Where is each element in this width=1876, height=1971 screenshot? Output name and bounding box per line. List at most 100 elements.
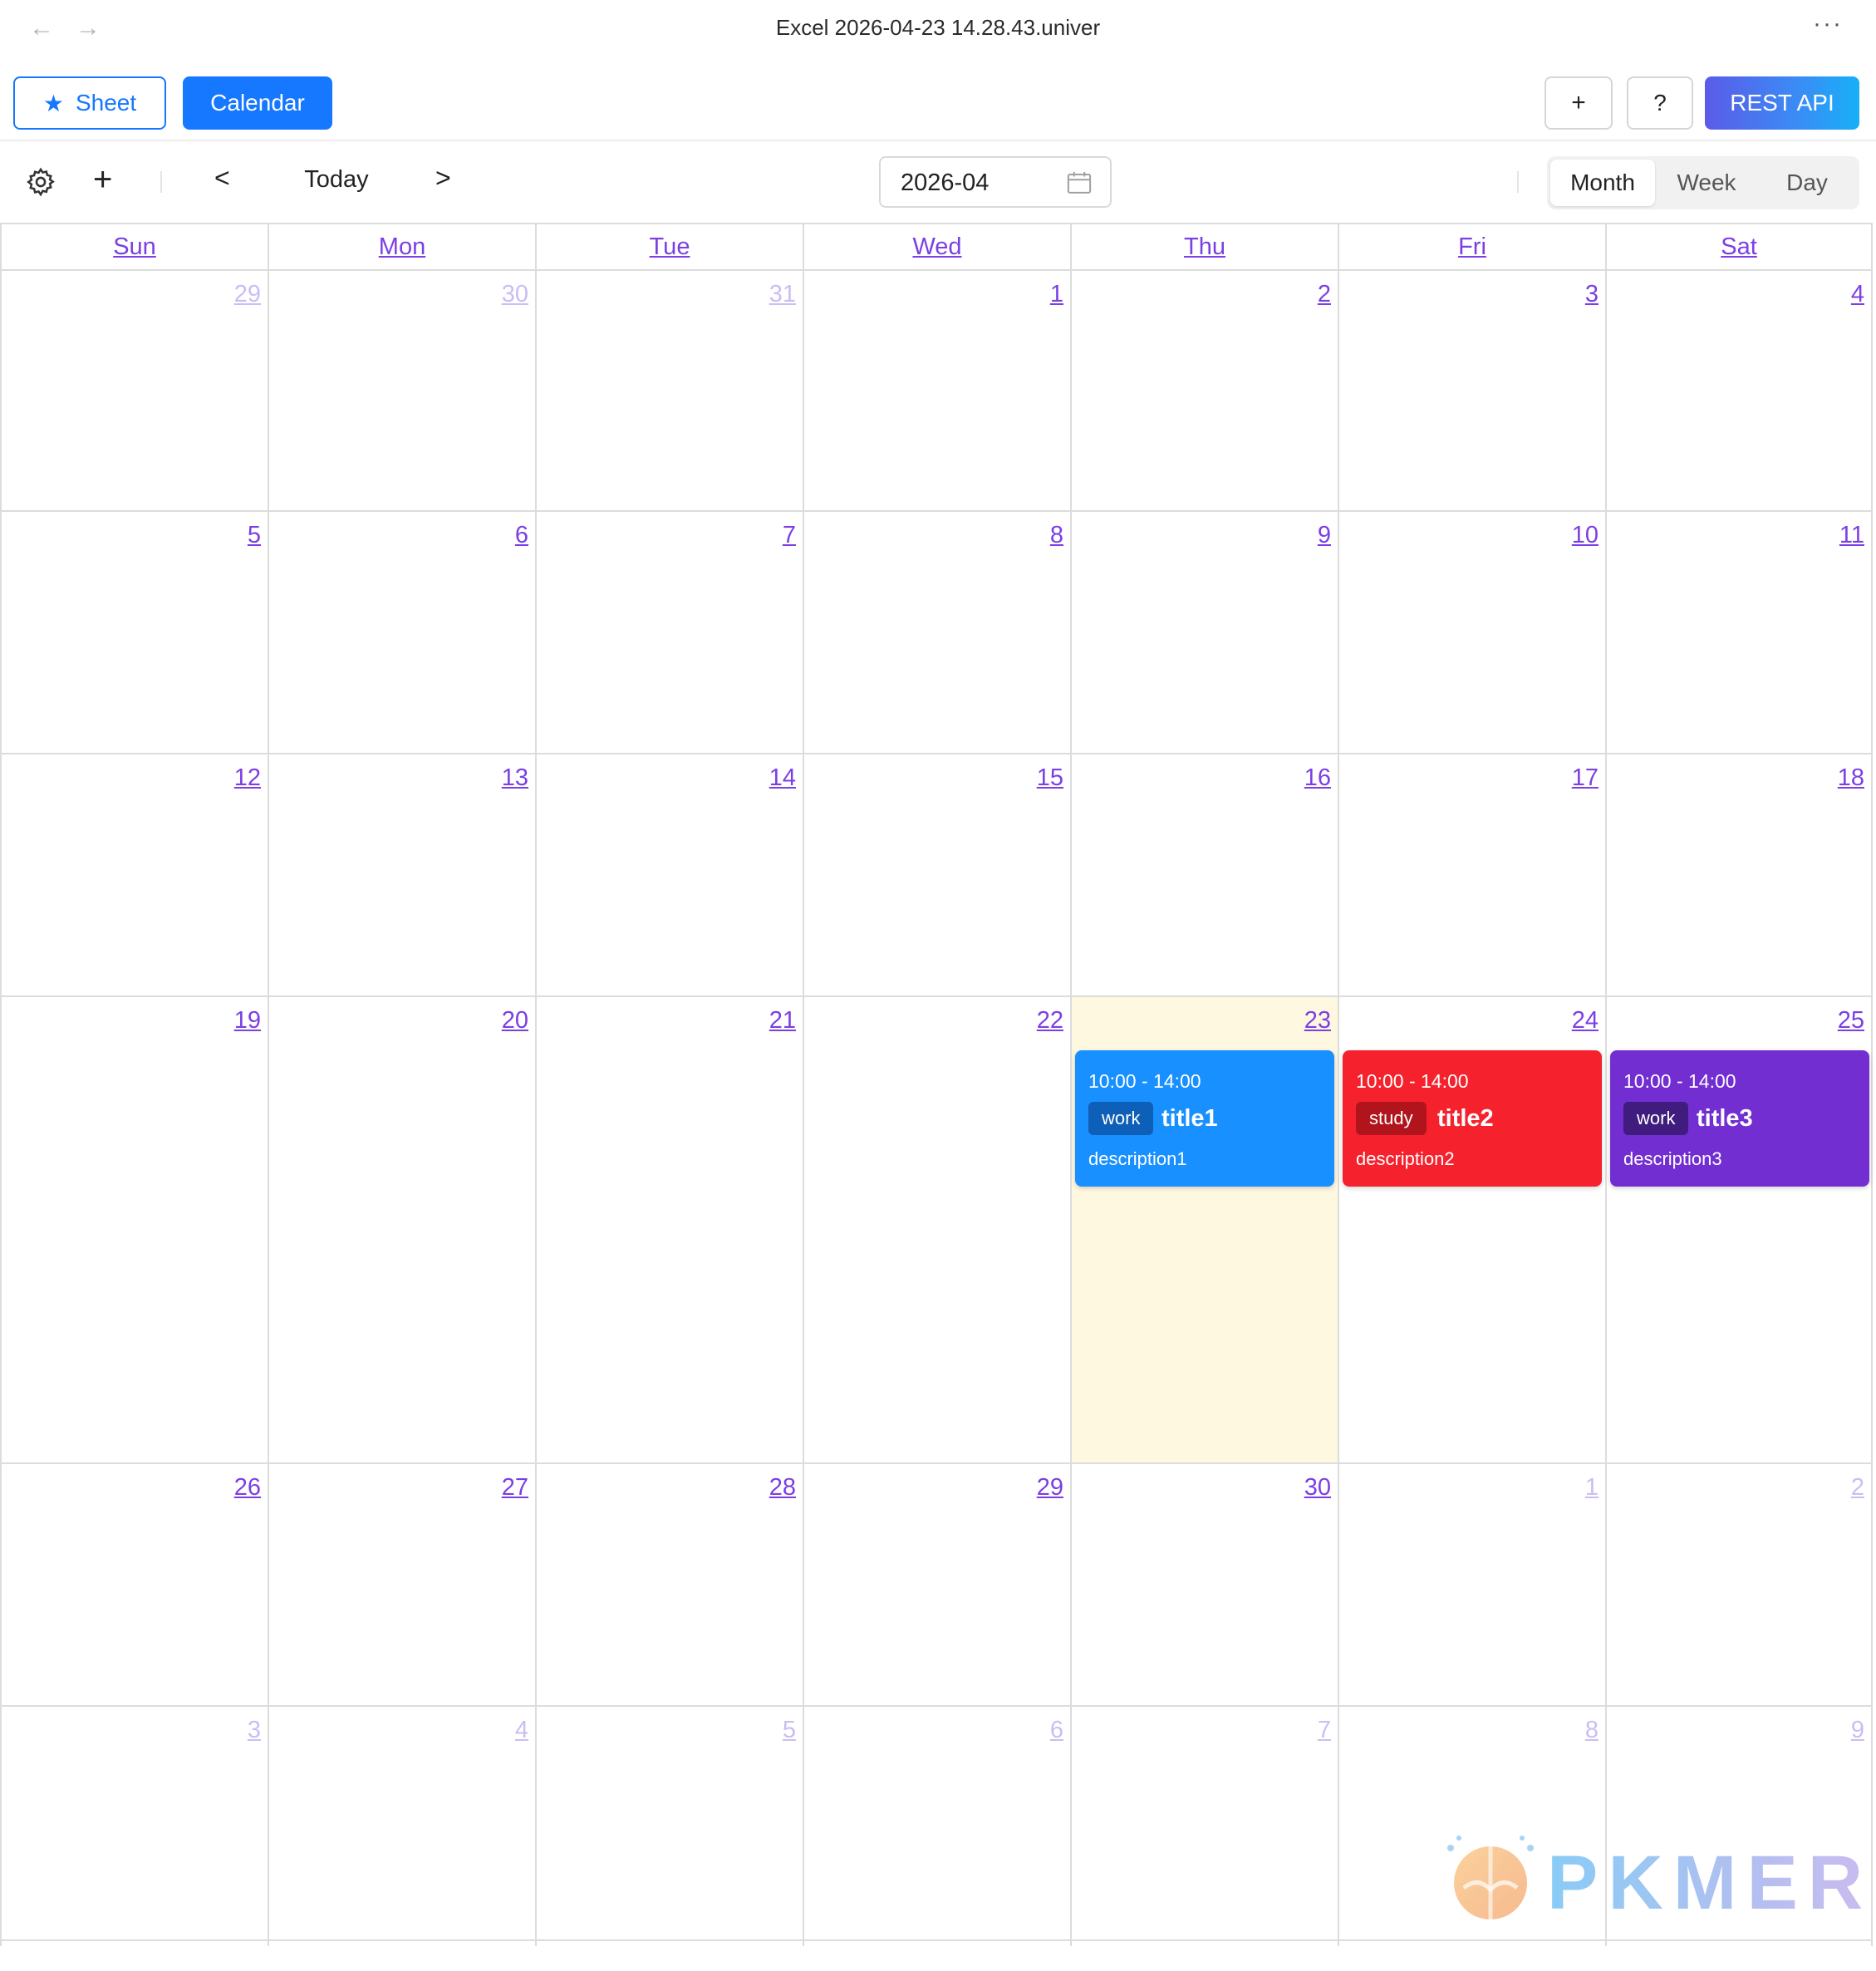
view-week-tab[interactable]: Week <box>1658 160 1755 206</box>
day-number[interactable]: 17 <box>1572 764 1599 792</box>
day-cell[interactable]: 11 <box>1605 512 1873 753</box>
day-cell[interactable]: 23 10:00 - 14:00 work title1 description1 <box>1070 997 1338 1462</box>
day-cell[interactable]: 27 <box>268 1464 535 1705</box>
day-number[interactable]: 29 <box>1037 1474 1063 1502</box>
day-cell[interactable]: 4 <box>1605 271 1873 510</box>
day-number[interactable]: 7 <box>783 522 796 549</box>
day-number[interactable]: 18 <box>1838 764 1864 792</box>
day-number[interactable]: 8 <box>1050 522 1063 549</box>
day-number[interactable]: 19 <box>234 1007 261 1035</box>
next-month-button[interactable]: > <box>435 163 451 194</box>
day-cell[interactable]: 7 <box>535 512 803 753</box>
day-cell[interactable]: 18 <box>1605 754 1873 995</box>
sheet-button[interactable]: ★ Sheet <box>13 76 166 130</box>
day-number[interactable]: 30 <box>502 281 528 308</box>
day-cell[interactable]: 2 <box>1070 271 1338 510</box>
day-number[interactable]: 9 <box>1851 1717 1864 1744</box>
day-cell[interactable]: 4 <box>268 1707 535 1946</box>
day-number[interactable]: 27 <box>502 1474 528 1502</box>
day-number[interactable]: 4 <box>515 1717 528 1744</box>
day-cell[interactable]: 26 <box>0 1464 268 1705</box>
day-cell[interactable]: 24 10:00 - 14:00 study title2 description2 <box>1338 997 1605 1462</box>
day-cell[interactable]: 2 <box>1605 1464 1873 1705</box>
day-number[interactable]: 4 <box>1851 281 1864 308</box>
add-event-button[interactable]: + <box>93 161 112 198</box>
day-cell[interactable]: 29 <box>803 1464 1070 1705</box>
day-number[interactable]: 9 <box>1318 522 1331 549</box>
event-card[interactable]: 10:00 - 14:00 work title1 description1 <box>1075 1050 1334 1187</box>
gear-icon[interactable] <box>25 166 56 198</box>
day-number[interactable]: 2 <box>1318 281 1331 308</box>
weekday-header-sat[interactable]: Sat <box>1605 224 1873 269</box>
view-day-tab[interactable]: Day <box>1758 160 1856 206</box>
help-button[interactable]: ? <box>1627 76 1693 130</box>
ellipsis-icon[interactable]: ··· <box>1813 10 1843 38</box>
prev-month-button[interactable]: < <box>214 163 230 194</box>
day-number[interactable]: 8 <box>1585 1717 1599 1744</box>
day-cell[interactable]: 8 <box>803 512 1070 753</box>
add-button[interactable]: + <box>1545 76 1613 130</box>
weekday-header-fri[interactable]: Fri <box>1338 224 1605 269</box>
day-number[interactable]: 23 <box>1304 1007 1331 1035</box>
day-number[interactable]: 22 <box>1037 1007 1063 1035</box>
weekday-header-tue[interactable]: Tue <box>535 224 803 269</box>
day-cell[interactable]: 29 <box>0 271 268 510</box>
day-cell[interactable]: 25 10:00 - 14:00 work title3 description3 <box>1605 997 1873 1462</box>
day-number[interactable]: 10 <box>1572 522 1599 549</box>
day-cell[interactable]: 10 <box>1338 512 1605 753</box>
day-number[interactable]: 13 <box>502 764 528 792</box>
day-number[interactable]: 12 <box>234 764 261 792</box>
day-cell[interactable]: 5 <box>535 1707 803 1946</box>
day-number[interactable]: 11 <box>1839 522 1864 549</box>
day-number[interactable]: 5 <box>248 522 261 549</box>
weekday-header-sun[interactable]: Sun <box>0 224 268 269</box>
day-cell[interactable]: 3 <box>0 1707 268 1946</box>
day-number[interactable]: 5 <box>783 1717 796 1744</box>
day-number[interactable]: 29 <box>234 281 261 308</box>
day-number[interactable]: 7 <box>1318 1717 1331 1744</box>
day-number[interactable]: 15 <box>1037 764 1063 792</box>
day-number[interactable]: 1 <box>1585 1474 1599 1502</box>
day-cell[interactable]: 20 <box>268 997 535 1462</box>
day-number[interactable]: 14 <box>769 764 796 792</box>
day-number[interactable]: 1 <box>1050 281 1063 308</box>
day-number[interactable]: 6 <box>515 522 528 549</box>
day-number[interactable]: 16 <box>1304 764 1331 792</box>
day-cell[interactable]: 1 <box>803 271 1070 510</box>
day-cell[interactable]: 13 <box>268 754 535 995</box>
day-number[interactable]: 21 <box>769 1007 796 1035</box>
weekday-header-mon[interactable]: Mon <box>268 224 535 269</box>
day-cell[interactable]: 30 <box>268 271 535 510</box>
day-cell[interactable]: 28 <box>535 1464 803 1705</box>
calendar-button[interactable]: Calendar <box>183 76 332 130</box>
day-number[interactable]: 20 <box>502 1007 528 1035</box>
day-cell[interactable]: 19 <box>0 997 268 1462</box>
day-number[interactable]: 25 <box>1838 1007 1864 1035</box>
day-cell[interactable]: 7 <box>1070 1707 1338 1946</box>
day-cell[interactable]: 22 <box>803 997 1070 1462</box>
day-cell[interactable]: 6 <box>268 512 535 753</box>
day-cell[interactable]: 16 <box>1070 754 1338 995</box>
day-cell[interactable]: 31 <box>535 271 803 510</box>
event-card[interactable]: 10:00 - 14:00 study title2 description2 <box>1343 1050 1602 1187</box>
day-number[interactable]: 31 <box>769 281 796 308</box>
month-picker[interactable]: 2026-04 <box>879 156 1112 208</box>
view-month-tab[interactable]: Month <box>1550 160 1655 206</box>
day-number[interactable]: 30 <box>1304 1474 1331 1502</box>
today-button[interactable]: Today <box>299 166 374 194</box>
day-cell[interactable]: 17 <box>1338 754 1605 995</box>
rest-api-button[interactable]: REST API <box>1705 76 1859 130</box>
day-cell[interactable]: 1 <box>1338 1464 1605 1705</box>
day-number[interactable]: 26 <box>234 1474 261 1502</box>
day-cell[interactable]: 6 <box>803 1707 1070 1946</box>
day-cell[interactable]: 3 <box>1338 271 1605 510</box>
day-number[interactable]: 3 <box>1585 281 1599 308</box>
day-cell[interactable]: 12 <box>0 754 268 995</box>
event-card[interactable]: 10:00 - 14:00 work title3 description3 <box>1610 1050 1869 1187</box>
day-cell[interactable]: 30 <box>1070 1464 1338 1705</box>
day-number[interactable]: 28 <box>769 1474 796 1502</box>
day-cell[interactable]: 5 <box>0 512 268 753</box>
weekday-header-wed[interactable]: Wed <box>803 224 1070 269</box>
day-cell[interactable]: 15 <box>803 754 1070 995</box>
day-number[interactable]: 6 <box>1050 1717 1063 1744</box>
